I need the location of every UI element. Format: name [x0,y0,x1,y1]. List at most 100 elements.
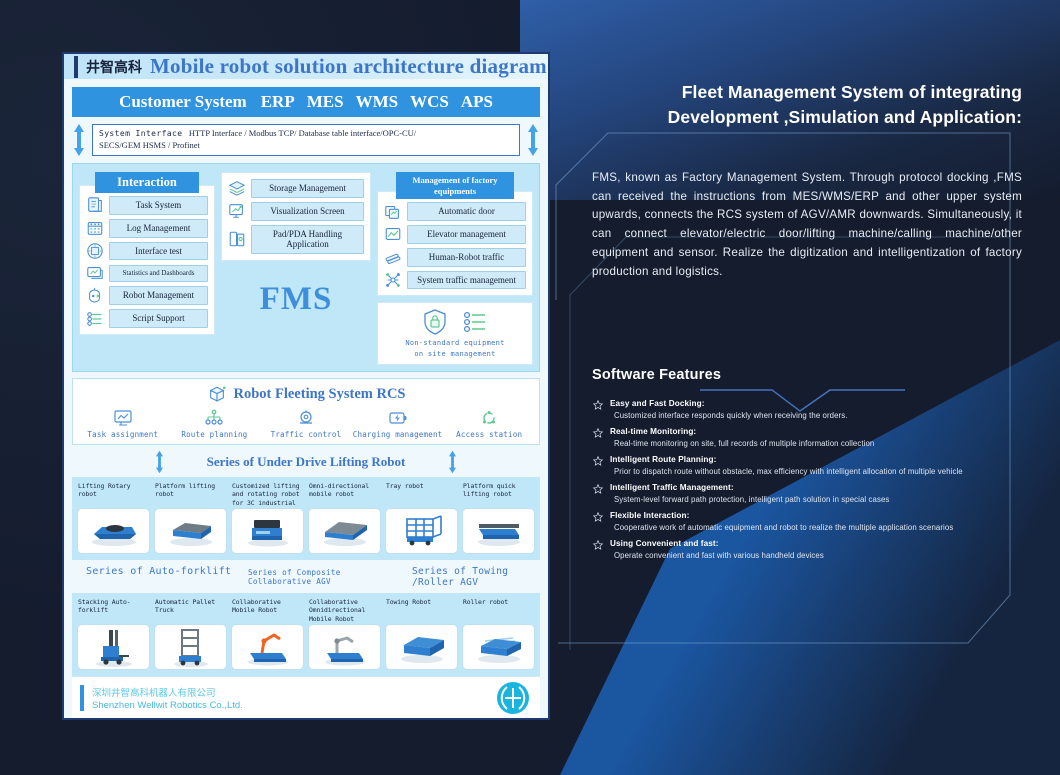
company-name-cn: 深圳井智高科机器人有限公司 [92,688,216,700]
factory-label-2: Human-Robot traffic [407,247,526,267]
robot-image-5 [462,507,535,554]
feature-item: Easy and Fast Docking: Customized interf… [592,399,1022,420]
feature-item: Real-time Monitoring: Real-time monitori… [592,427,1022,448]
rcs-label-1: Route planning [181,429,248,439]
up-down-arrow-icon-left [74,124,84,156]
page-title: Mobile robot solution architecture diagr… [150,54,547,78]
robot-name-4: Tray robot [386,481,424,490]
robot-card[interactable]: Omni-directional mobile robot [308,482,381,554]
shield-lock-icon [424,309,446,336]
collaborative-mobile-robot-image [247,633,288,666]
up-down-arrow-icon-right [528,124,538,156]
system-interface-label: System Interface [99,129,183,139]
customer-system-bar: Customer System ERP MES WMS WCS APS [72,87,540,117]
system-wcs: WCS [410,92,449,111]
non-standard-icons [423,309,487,336]
up-down-arrow-icon-right-2 [449,450,457,474]
factory-item-system-traffic[interactable]: System traffic management [384,270,526,290]
robot-card[interactable]: Collaborative Mobile Robot [231,598,304,670]
card-footer: 深圳井智高科机器人有限公司 Shenzhen Wellwit Robotics … [72,675,540,718]
robot2-image-3 [308,623,381,670]
interaction-item-task-system[interactable]: Task System [86,196,208,215]
elevator-icon [385,228,401,241]
robot-strip-row1: Lifting Rotary robot Platform lifting ro… [72,476,540,560]
robot2-image-0 [77,623,150,670]
card-body: Customer System ERP MES WMS WCS APS Syst… [64,79,548,718]
robot-strip-row2: Stacking Auto-forklift Automatic Pallet … [72,592,540,676]
rcs-item-route-planning[interactable]: Route planning [169,409,261,439]
interaction-column: Interaction Task System Log Management I… [79,172,215,365]
star-icon [592,484,604,495]
interaction-label-2: Interface test [109,241,208,261]
factory-equipment-tab[interactable]: Management of factory equipments [396,172,514,200]
robot-card[interactable]: Platform quick lifting robot [462,482,535,554]
star-icon [592,512,604,523]
interaction-item-interface-test[interactable]: Interface test [86,241,208,261]
robot-card[interactable]: Roller robot [462,598,535,670]
feature-heading-1: Real-time Monitoring: [610,427,697,437]
robot-card[interactable]: Automatic Pallet Truck [154,598,227,670]
factory-item-automatic-door[interactable]: Automatic door [384,202,526,222]
interaction-item-log-management[interactable]: Log Management [86,218,208,238]
star-icon [592,428,604,439]
robot-name-5: Platform quick lifting robot [463,481,516,499]
module-pad-pda[interactable]: Pad/PDA Handling Application [228,224,364,255]
interaction-tab[interactable]: Interaction [95,172,199,193]
interaction-item-robot-management[interactable]: Robot Management [86,286,208,306]
robot-card[interactable]: Tray robot [385,482,458,554]
feature-item: Flexible Interaction: Cooperative work o… [592,511,1022,532]
sliders-icon [463,312,485,333]
factory-item-human-robot-traffic[interactable]: Human-Robot traffic [384,247,526,267]
rcs-item-charging-management[interactable]: Charging management [352,409,444,439]
rcs-item-task-assignment[interactable]: Task assignment [77,409,169,439]
robot-card[interactable]: Customized lifting and rotating robot fo… [231,482,304,554]
module-visualization-screen[interactable]: Visualization Screen [228,201,364,221]
stacking-auto-forklift-image [95,629,132,667]
category-label-1: Series of Composite Collaborative AGV [248,567,341,586]
calendar-icon [87,222,103,236]
rcs-item-access-station[interactable]: Access station [443,409,535,439]
interaction-panel: Task System Log Management Interface tes… [79,185,215,335]
omni-directional-mobile-robot-image [323,521,367,546]
company-name-en: Shenzhen Wellwit Robotics Co.,Ltd. [92,700,243,712]
feature-detail-1: Real-time monitoring on site, full recor… [614,439,875,449]
footer-accent-bar [80,685,84,712]
factory-label-1: Elevator management [407,225,526,244]
factory-equipment-panel: Automatic door Elevator management Human… [377,191,533,297]
refresh-circle-icon [483,410,496,424]
robot-card[interactable]: Towing Robot [385,598,458,670]
footer-company: 深圳井智高科机器人有限公司 Shenzhen Wellwit Robotics … [92,685,243,711]
tablet-icon [229,232,245,247]
interaction-label-0: Task System [109,196,208,215]
interaction-item-script-support[interactable]: Script Support [86,309,208,328]
module-label-2: Pad/PDA Handling Application [251,224,364,255]
system-interface-line2: SECS/GEM HSMS / Profinet [99,140,200,151]
robot2-name-3: Collaborative Omnidirectional Mobile Rob… [309,597,366,623]
robot-card[interactable]: Stacking Auto-forklift [77,598,150,670]
series-banner-row: Series of Under Drive Lifting Robot [72,449,540,475]
feature-text: Easy and Fast Docking: Customized interf… [610,399,848,420]
robot-card[interactable]: Lifting Rotary robot [77,482,150,554]
robot-name-0: Lifting Rotary robot [78,481,131,499]
robot2-name-1: Automatic Pallet Truck [155,597,215,615]
automatic-pallet-truck-image [173,628,208,667]
interaction-label-1: Log Management [109,218,208,238]
robot-card[interactable]: Collaborative Omnidirectional Mobile Rob… [308,598,381,670]
right-info-panel: Fleet Management System of integrating D… [592,80,1022,680]
series-banner-text: Series of Under Drive Lifting Robot [206,453,406,469]
robot-card[interactable]: Platform lifting robot [154,482,227,554]
feature-detail-5: Operate convenient and fast with various… [614,551,824,561]
interaction-item-statistics[interactable]: Statistics and Dashboards [86,264,208,282]
module-storage-management[interactable]: Storage Management [228,179,364,198]
architecture-diagram-card: 井智高科 Mobile robot solution architecture … [62,52,550,720]
feature-item: Intelligent Traffic Management: System-l… [592,483,1022,504]
factory-item-elevator[interactable]: Elevator management [384,225,526,244]
rcs-item-traffic-control[interactable]: Traffic control [260,409,352,439]
towing-robot-image [400,636,444,663]
rcs-label-2: Traffic control [270,429,342,439]
customer-system-label: Customer System [119,92,247,111]
non-standard-equipment-box[interactable]: Non-standard equipment on site managemen… [377,302,533,365]
star-icon [592,400,604,411]
monitor-icon [87,267,103,280]
battery-bolt-icon [388,412,406,424]
